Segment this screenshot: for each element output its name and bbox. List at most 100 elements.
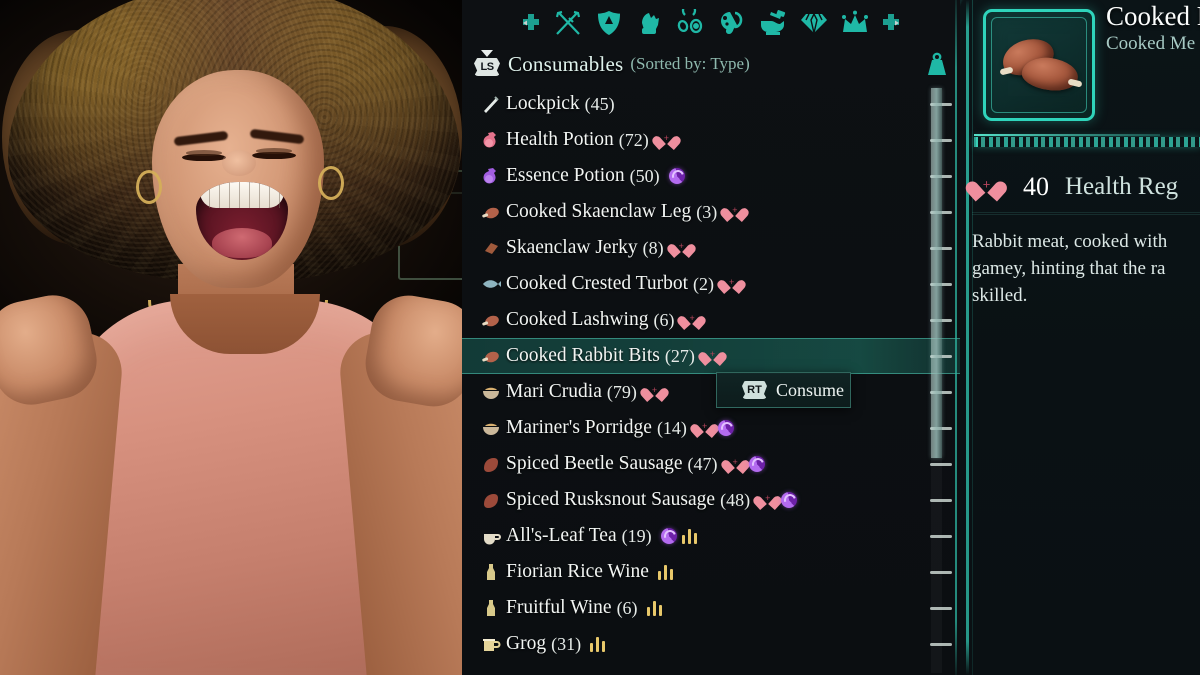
- essence-effect-icon: [668, 168, 685, 184]
- weight-icon[interactable]: [926, 52, 948, 76]
- item-row[interactable]: Spiced Beetle Sausage (47) +: [462, 446, 960, 482]
- item-effects: +: [723, 276, 740, 292]
- stamina-effect-icon: [657, 564, 674, 580]
- item-row[interactable]: Mariner's Porridge (14) +: [462, 410, 960, 446]
- tab-weapons[interactable]: [547, 3, 588, 43]
- health-effect-icon: +: [726, 204, 743, 220]
- tab-consumables[interactable]: [711, 3, 752, 43]
- item-name: Grog: [506, 633, 547, 654]
- scrollbar-thumb[interactable]: [931, 88, 942, 458]
- item-effects: [657, 564, 674, 580]
- health-effect-icon: +: [723, 276, 740, 292]
- health-effect-icon: +: [646, 384, 663, 400]
- item-row[interactable]: Fiorian Rice Wine: [462, 554, 960, 590]
- detail-edge-glow-2: [972, 0, 973, 675]
- item-quantity: (8): [642, 237, 664, 258]
- section-title: Consumables: [508, 51, 624, 76]
- stat-divider-bottom: [972, 214, 1200, 215]
- inventory-panel: LS Consumables (Sorted by: Type) Lockpic…: [462, 0, 960, 675]
- item-quantity: (45): [584, 93, 615, 114]
- item-name: Skaenclaw Jerky: [506, 237, 638, 258]
- item-name: Cooked Lashwing: [506, 309, 649, 330]
- health-effect-icon: +: [658, 132, 675, 148]
- item-quantity: (31): [551, 633, 582, 654]
- item-effects: +: [646, 384, 663, 400]
- left-stick-icon: LS: [472, 50, 502, 78]
- health-effect-icon: +: [673, 240, 690, 256]
- tea-icon: [480, 526, 502, 546]
- tab-gloves[interactable]: [629, 3, 670, 43]
- tab-armor[interactable]: [588, 3, 629, 43]
- eye-left: [182, 150, 226, 161]
- tab-jewelry[interactable]: [670, 3, 711, 43]
- item-row[interactable]: Health Potion (72) +: [462, 122, 960, 158]
- item-effects: [590, 636, 606, 652]
- item-row[interactable]: All's-Leaf Tea (19): [462, 518, 960, 554]
- item-description: Rabbit meat, cooked with gamey, hinting t…: [972, 228, 1200, 309]
- item-quantity: (47): [687, 453, 718, 474]
- item-row[interactable]: Cooked Skaenclaw Leg (3) +: [462, 194, 960, 230]
- item-quantity: (6): [616, 597, 638, 618]
- item-effects: +: [683, 312, 700, 328]
- tab-valuables[interactable]: [793, 3, 834, 43]
- item-row[interactable]: Mari Crudia (79) +: [462, 374, 960, 410]
- teeth: [200, 182, 284, 208]
- bottle-icon: [480, 562, 502, 582]
- tab-crafting[interactable]: [752, 3, 793, 43]
- item-row[interactable]: Grog (31): [462, 626, 960, 662]
- item-row[interactable]: Cooked Lashwing (6) +: [462, 302, 960, 338]
- bowl-icon: [480, 418, 502, 438]
- item-quantity: (2): [693, 273, 715, 294]
- item-quantity: (50): [629, 165, 660, 186]
- lockpick-icon: [480, 94, 502, 114]
- item-name: Spiced Beetle Sausage: [506, 453, 683, 474]
- item-name: Spiced Rusksnout Sausage: [506, 489, 716, 510]
- detail-title: Cooked R: [1106, 1, 1200, 31]
- health-effect-icon: +: [683, 312, 700, 328]
- tab-next-arrow[interactable]: [875, 3, 907, 43]
- nose: [222, 150, 256, 176]
- brow-right: [249, 128, 305, 145]
- bottle-icon: [480, 598, 502, 618]
- item-list: Lockpick (45) Health Potion (72) + Essence Po…: [462, 83, 960, 662]
- item-row[interactable]: Essence Potion (50): [462, 158, 960, 194]
- item-name: Essence Potion: [506, 165, 625, 186]
- tab-prev-arrow[interactable]: [515, 3, 547, 43]
- item-quantity: (27): [664, 345, 695, 366]
- item-row[interactable]: Skaenclaw Jerky (8) +: [462, 230, 960, 266]
- health-effect-icon: +: [727, 456, 744, 472]
- essence-effect-icon: [748, 456, 765, 472]
- item-row[interactable]: Lockpick (45): [462, 86, 960, 122]
- item-effects: +: [759, 492, 798, 508]
- item-row-selected[interactable]: Cooked Rabbit Bits (27) +: [462, 338, 960, 374]
- sort-label: (Sorted by: Type): [630, 54, 750, 73]
- item-quantity: (3): [696, 201, 718, 222]
- item-row[interactable]: Fruitful Wine (6): [462, 590, 960, 626]
- consume-tooltip[interactable]: RT Consume: [716, 372, 851, 408]
- essence-effect-icon: [781, 492, 798, 508]
- item-detail-panel: Cooked R Cooked Me + 40 Health Reg Rabbi…: [960, 0, 1200, 675]
- item-icon-frame: [983, 9, 1095, 121]
- item-name: Lockpick: [506, 93, 580, 114]
- fish-icon: [480, 274, 502, 294]
- earring-left: [136, 170, 162, 204]
- description-line: gamey, hinting that the ra: [972, 258, 1166, 279]
- item-name: Fruitful Wine: [506, 597, 612, 618]
- stamina-effect-icon: [646, 600, 663, 616]
- health-icon: +: [974, 175, 999, 198]
- item-effects: +: [727, 456, 765, 472]
- detail-edge-glow: [966, 0, 969, 675]
- bowl-icon: [480, 382, 502, 402]
- item-quantity: (72): [618, 129, 649, 150]
- meat-icon: [480, 346, 502, 366]
- tab-key-items[interactable]: [834, 3, 875, 43]
- health-effect-icon: +: [759, 492, 776, 508]
- earring-right: [318, 166, 344, 200]
- item-quantity: (79): [606, 381, 637, 402]
- cooked-meat-icon: [998, 33, 1084, 98]
- tongue: [212, 228, 272, 258]
- item-effects: +: [696, 420, 734, 436]
- item-row[interactable]: Cooked Crested Turbot (2) +: [462, 266, 960, 302]
- item-row[interactable]: Spiced Rusksnout Sausage (48) +: [462, 482, 960, 518]
- health-effect-icon: +: [696, 420, 713, 436]
